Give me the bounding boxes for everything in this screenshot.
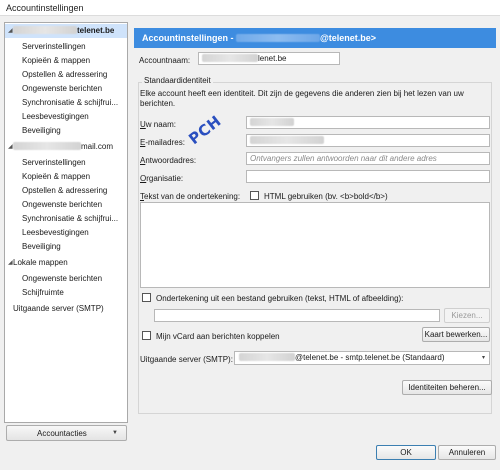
tree-item-ongewenste-2[interactable]: Ongewenste berichten [5, 198, 127, 212]
file-signature-label: Ondertekening uit een bestand gebruiken … [156, 294, 404, 303]
account-1-name: telenet.be [77, 26, 115, 35]
window-title: Accountinstellingen [6, 3, 84, 13]
redacted-value [250, 136, 324, 144]
redacted-name [13, 142, 81, 150]
tree-item-beveiliging-2[interactable]: Beveiliging [5, 240, 127, 254]
reply-input[interactable]: Ontvangers zullen antwoorden naar dit an… [246, 152, 490, 165]
reply-label: Antwoordadres: [140, 156, 197, 165]
organization-input[interactable] [246, 170, 490, 183]
tree-item-beveiliging-1[interactable]: Beveiliging [5, 124, 127, 138]
tree-item-kopieen-2[interactable]: Kopieën & mappen [5, 170, 127, 184]
account-name-input[interactable]: lenet.be [198, 52, 340, 65]
identity-description: Elke account heeft een identiteit. Dit z… [140, 89, 464, 108]
name-input[interactable] [246, 116, 490, 129]
account-name-label: Accountnaam: [139, 56, 191, 65]
tree-account-2[interactable]: ◢ mail.com [5, 140, 127, 154]
tree-item-ongewenste-1[interactable]: Ongewenste berichten [5, 82, 127, 96]
manage-identities-button[interactable]: Identiteiten beheren... [402, 380, 492, 395]
file-signature-checkbox[interactable] [142, 293, 151, 302]
redacted-name [202, 54, 258, 62]
account-tree[interactable]: ◢ telenet.be Serverinstellingen Kopieën … [4, 22, 128, 423]
tree-item-serverinstellingen-1[interactable]: Serverinstellingen [5, 40, 127, 54]
tree-local-folders[interactable]: ◢ Lokale mappen [5, 256, 127, 270]
expanded-icon[interactable]: ◢ [8, 256, 13, 270]
signature-label: Tekst van de ondertekening: [140, 192, 241, 201]
cancel-button[interactable]: Annuleren [438, 445, 496, 460]
chevron-down-icon: ▾ [481, 355, 485, 361]
email-label: E-mailadres: [140, 138, 185, 147]
email-input[interactable] [246, 134, 490, 147]
smtp-select[interactable]: @telenet.be - smtp.telenet.be (Standaard… [234, 351, 490, 365]
tree-item-leesbevestigingen-1[interactable]: Leesbevestigingen [5, 110, 127, 124]
ok-button[interactable]: OK [376, 445, 436, 460]
tree-item-opstellen-2[interactable]: Opstellen & adressering [5, 184, 127, 198]
tree-item-leesbevestigingen-2[interactable]: Leesbevestigingen [5, 226, 127, 240]
account-2-name: mail.com [81, 142, 114, 151]
account-actions-button[interactable]: Accountacties ▼ [6, 425, 127, 441]
tree-item-kopieen-1[interactable]: Kopieën & mappen [5, 54, 127, 68]
tree-item-schijfruimte[interactable]: Schijfruimte [5, 286, 127, 300]
redacted-name [236, 34, 321, 42]
tree-item-synchronisatie-1[interactable]: Synchronisatie & schijfrui... [5, 96, 127, 110]
redacted-value [250, 118, 294, 126]
edit-card-button[interactable]: Kaart bewerken... [422, 327, 490, 342]
name-label: Uw naam: [140, 120, 177, 129]
settings-header: Accountinstellingen - @telenet.be> [134, 28, 496, 48]
vcard-checkbox[interactable] [142, 331, 151, 340]
identity-legend: Standaardidentiteit [142, 76, 213, 85]
vcard-label: Mijn vCard aan berichten koppelen [156, 332, 280, 341]
redacted-name [239, 353, 295, 361]
smtp-label: Uitgaande server (SMTP): [140, 355, 233, 364]
dropdown-arrow-icon: ▼ [112, 430, 118, 436]
tree-item-ongewenste-local[interactable]: Ongewenste berichten [5, 272, 127, 286]
organization-label: Organisatie: [140, 174, 184, 183]
expanded-icon[interactable]: ◢ [8, 24, 13, 38]
tree-item-serverinstellingen-2[interactable]: Serverinstellingen [5, 156, 127, 170]
html-checkbox[interactable] [250, 191, 259, 200]
signature-textarea[interactable] [140, 202, 490, 288]
tree-item-outgoing-server[interactable]: Uitgaande server (SMTP) [5, 302, 127, 316]
choose-file-button[interactable]: Kiezen... [444, 308, 490, 323]
signature-file-input[interactable] [154, 309, 440, 322]
tree-item-opstellen-1[interactable]: Opstellen & adressering [5, 68, 127, 82]
account-settings-pane: Accountinstellingen - @telenet.be> Accou… [134, 22, 496, 434]
tree-item-synchronisatie-2[interactable]: Synchronisatie & schijfrui... [5, 212, 127, 226]
redacted-name [13, 26, 77, 34]
html-checkbox-label: HTML gebruiken (bv. <b>bold</b>) [264, 192, 388, 201]
expanded-icon[interactable]: ◢ [8, 140, 13, 154]
window-titlebar: Accountinstellingen [0, 0, 500, 16]
tree-account-1[interactable]: ◢ telenet.be [5, 24, 127, 38]
